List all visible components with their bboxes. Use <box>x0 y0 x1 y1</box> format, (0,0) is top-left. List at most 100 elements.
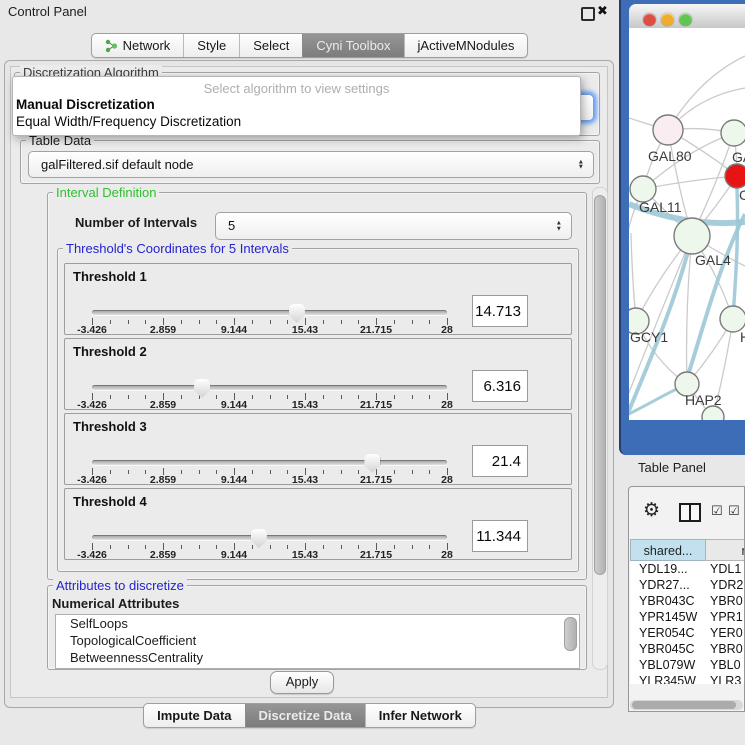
numerical-attributes-label: Numerical Attributes <box>52 596 179 611</box>
tick-label: 15.43 <box>292 549 318 561</box>
checkbox-checked-icon[interactable]: ☑ <box>711 503 723 519</box>
algorithm-option-manual-discretization[interactable]: Manual Discretization <box>16 97 155 112</box>
tick-label: -3.426 <box>77 324 107 336</box>
slider-handle[interactable] <box>251 529 267 548</box>
slider-track[interactable] <box>92 535 447 540</box>
minor-tick <box>394 545 395 549</box>
tick-label: 21.715 <box>360 549 392 561</box>
algorithm-option-equal-width-frequency-discretization[interactable]: Equal Width/Frequency Discretization <box>16 114 241 129</box>
minor-tick <box>429 545 430 549</box>
minor-tick <box>394 470 395 474</box>
slider-handle[interactable] <box>364 454 380 473</box>
tab-infer-network[interactable]: Infer Network <box>365 704 475 727</box>
tab-discretize-data[interactable]: Discretize Data <box>245 704 365 727</box>
minor-tick <box>110 470 111 474</box>
cell-shared-name: YBR045C <box>639 641 705 657</box>
network-node-c[interactable] <box>725 164 745 188</box>
table-row[interactable]: YBR045CYBR0 <box>630 641 744 657</box>
float-window-icon[interactable] <box>581 7 595 21</box>
table-hscrollbar-track[interactable] <box>630 700 743 710</box>
gear-icon[interactable]: ⚙ <box>643 499 660 522</box>
threshold-value-field[interactable]: 21.4 <box>472 445 528 477</box>
table-row[interactable]: YBR043CYBR0 <box>630 593 744 609</box>
minor-tick <box>128 395 129 399</box>
slider-track[interactable] <box>92 385 447 390</box>
threshold-label: Threshold 3 <box>73 419 147 434</box>
table-rows[interactable]: YDL19...YDL1YDR27...YDR2YBR043CYBR0YPR14… <box>630 561 744 684</box>
slider-track[interactable] <box>92 460 447 465</box>
table-row[interactable]: YLR345WYLR3 <box>630 673 744 684</box>
minor-tick <box>145 320 146 324</box>
number-of-intervals-label: Number of Intervals <box>75 215 197 230</box>
tab-network[interactable]: Network <box>92 34 184 57</box>
network-node-gal4[interactable] <box>674 218 710 254</box>
attributes-list-scrollbar-thumb[interactable] <box>564 617 577 651</box>
slider-handle[interactable] <box>289 304 305 323</box>
attribute-item-topologicalcoefficient[interactable]: TopologicalCoefficient <box>56 632 579 649</box>
close-icon[interactable]: ✖ <box>597 3 608 19</box>
network-edge-highlighted[interactable] <box>733 188 738 319</box>
top-tab-bar: Network StyleSelect Cyni Toolbox jActiveMNo… <box>0 33 619 58</box>
minimize-traffic-light[interactable] <box>661 13 674 26</box>
tab-cyni-toolbox-label: Cyni Toolbox <box>316 34 390 57</box>
close-traffic-light[interactable] <box>643 13 656 26</box>
control-panel-title: Control Panel <box>8 4 87 19</box>
tick-label: 28 <box>441 549 453 561</box>
content-scrollbar-thumb[interactable] <box>594 195 606 575</box>
number-of-intervals-combobox[interactable]: 5 ▲▼ <box>215 212 572 240</box>
table-hscrollbar-thumb[interactable] <box>632 701 736 709</box>
table-row[interactable]: YDL19...YDL1 <box>630 561 744 577</box>
network-node-label: H <box>740 329 745 345</box>
tick-label: 28 <box>441 399 453 411</box>
table-data-combobox-value: galFiltered.sif default node <box>41 152 193 177</box>
threshold-value-field[interactable]: 14.713 <box>472 295 528 327</box>
threshold-slider-3[interactable]: -3.4262.8599.14415.4321.71528 <box>92 452 447 484</box>
column-header-name[interactable]: na <box>706 539 745 561</box>
slider-track[interactable] <box>92 310 447 315</box>
threshold-label: Threshold 4 <box>73 494 147 509</box>
network-node-label: GAL4 <box>695 252 731 268</box>
threshold-label: Threshold 1 <box>73 269 147 284</box>
threshold-slider-2[interactable]: -3.4262.8599.14415.4321.71528 <box>92 377 447 409</box>
slider-handle[interactable] <box>194 379 210 398</box>
threshold-value-field[interactable]: 11.344 <box>472 520 528 552</box>
table-row[interactable]: YDR27...YDR2 <box>630 577 744 593</box>
network-node-ga[interactable] <box>721 120 745 146</box>
attribute-item-betweennesscentrality[interactable]: BetweennessCentrality <box>56 649 579 666</box>
tab-cyni-toolbox[interactable]: Cyni Toolbox <box>302 34 403 57</box>
threshold-slider-4[interactable]: -3.4262.8599.14415.4321.71528 <box>92 527 447 559</box>
tab-impute-data[interactable]: Impute Data <box>144 704 244 727</box>
cell-name: YBL0 <box>710 657 741 673</box>
minor-tick <box>199 395 200 399</box>
cell-shared-name: YER054C <box>639 625 705 641</box>
tab-select[interactable]: Select <box>239 34 302 57</box>
zoom-traffic-light[interactable] <box>679 13 692 26</box>
minor-tick <box>341 395 342 399</box>
tick-label: -3.426 <box>77 474 107 486</box>
minor-tick <box>145 470 146 474</box>
threshold-value-field[interactable]: 6.316 <box>472 370 528 402</box>
threshold-slider-1[interactable]: -3.4262.8599.14415.4321.71528 <box>92 302 447 334</box>
network-canvas[interactable]: GAL80GACGAL11GAL4GCY1HHAP2 <box>629 28 745 420</box>
table-data-combobox[interactable]: galFiltered.sif default node ▲▼ <box>28 151 594 178</box>
checkbox-checked-icon[interactable]: ☑ <box>728 503 740 519</box>
tab-style[interactable]: Style <box>183 34 239 57</box>
cell-name: YER0 <box>710 625 743 641</box>
minor-tick <box>145 395 146 399</box>
split-columns-icon[interactable] <box>679 503 701 522</box>
numerical-attributes-list[interactable]: SelfLoopsTopologicalCoefficientBetweenne… <box>55 614 580 669</box>
table-row[interactable]: YER054C YER0 <box>630 625 744 641</box>
network-node-gal80[interactable] <box>653 115 683 145</box>
tab-network-label: Network <box>123 34 171 57</box>
minor-tick <box>412 470 413 474</box>
tab-jactivemnodules[interactable]: jActiveMNodules <box>404 34 528 57</box>
network-node-label: GAL80 <box>648 148 692 164</box>
threshold-panel-3: Threshold 3 -3.4262.8599.14415.4321.71528… <box>64 413 572 485</box>
attribute-item-selfloops[interactable]: SelfLoops <box>56 615 579 632</box>
cell-name: YPR1 <box>710 609 743 625</box>
column-header-shared-name[interactable]: shared... <box>630 539 706 561</box>
apply-button[interactable]: Apply <box>270 671 334 694</box>
table-row[interactable]: YBL079WYBL0 <box>630 657 744 673</box>
minor-tick <box>181 395 182 399</box>
table-row[interactable]: YPR145WYPR1 <box>630 609 744 625</box>
